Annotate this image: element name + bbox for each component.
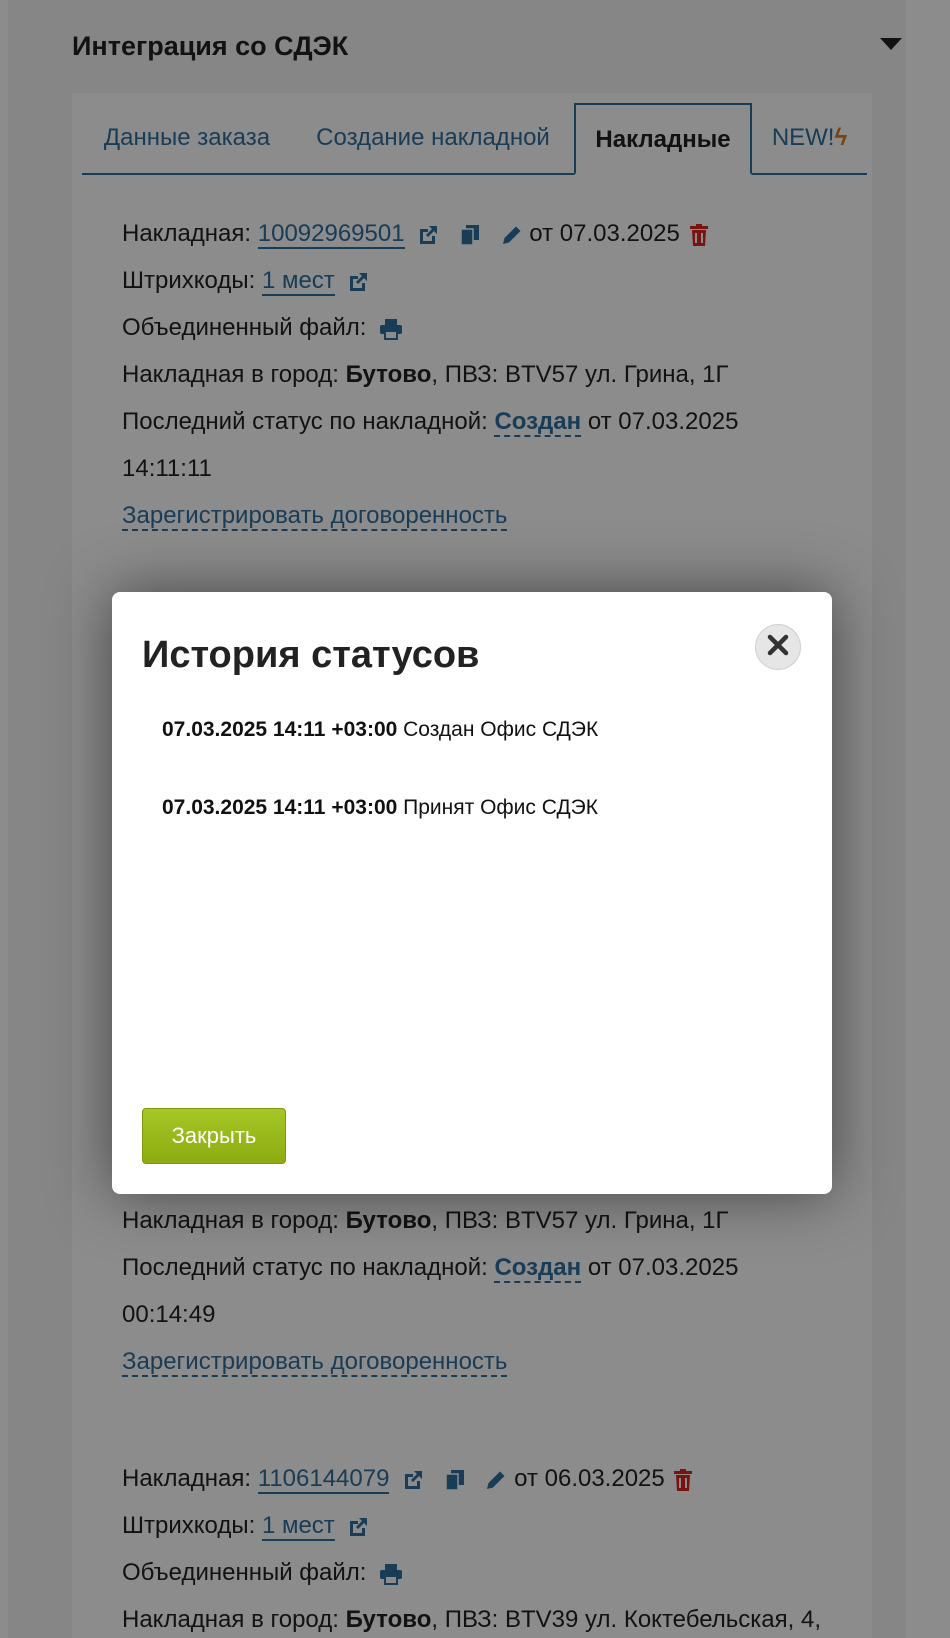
modal-close-button[interactable] bbox=[755, 624, 801, 670]
history-datetime: 07.03.2025 14:11 +03:00 bbox=[162, 796, 398, 819]
status-history-list: 07.03.2025 14:11 +03:00 Создан Офис СДЭК… bbox=[162, 710, 802, 866]
history-text: Принят Офис СДЭК bbox=[403, 796, 598, 819]
close-button[interactable]: Закрыть bbox=[142, 1108, 286, 1164]
history-item: 07.03.2025 14:11 +03:00 Принят Офис СДЭК bbox=[162, 788, 802, 866]
close-icon bbox=[767, 634, 789, 661]
history-text: Создан Офис СДЭК bbox=[403, 718, 599, 741]
status-history-modal: История статусов 07.03.2025 14:11 +03:00… bbox=[112, 592, 832, 1194]
modal-title: История статусов bbox=[142, 634, 480, 676]
history-datetime: 07.03.2025 14:11 +03:00 bbox=[162, 718, 398, 741]
history-item: 07.03.2025 14:11 +03:00 Создан Офис СДЭК bbox=[162, 710, 802, 788]
